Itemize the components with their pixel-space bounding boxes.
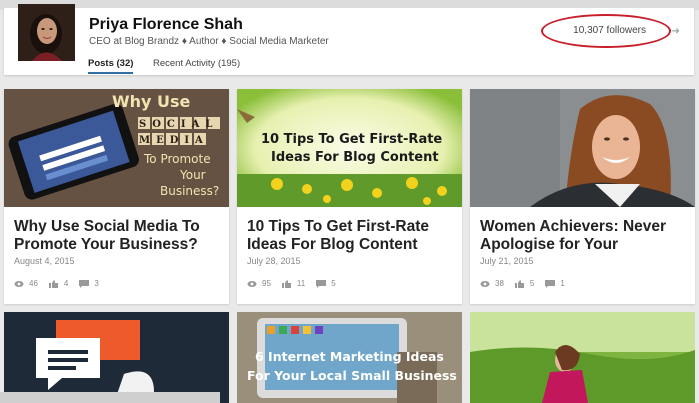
thumbnail-text: For Your Local Small Business [247,368,457,383]
post-card[interactable] [470,312,695,403]
post-thumbnail[interactable] [470,312,695,403]
eye-icon [480,280,490,287]
post-title-line[interactable]: Promote Your Business? [14,236,224,254]
post-date: July 28, 2015 [247,256,301,266]
eye-icon [247,280,257,287]
views-count: 38 [495,279,504,288]
comment-icon [316,279,327,288]
post-thumbnail[interactable] [470,89,695,207]
post-title-line[interactable]: Ideas For Blog Content [247,236,457,254]
thumbs-up-icon [514,279,524,288]
thumbnail-text: MEDIA [139,135,209,146]
post-title-line[interactable]: Why Use Social Media To [14,218,224,236]
post-thumbnail[interactable] [4,312,229,403]
comments-count: 5 [331,279,336,288]
post-stats: 38 5 1 [480,279,565,288]
tab-posts[interactable]: Posts (32) [88,58,134,74]
comments-count: 3 [94,279,99,288]
post-thumbnail[interactable]: 10 Tips To Get First-Rate Ideas For Blog… [237,89,462,207]
thumbnail-text: 10 Tips To Get First-Rate [261,132,442,147]
views-count: 46 [29,279,38,288]
comments-count: 1 [560,279,565,288]
post-card[interactable]: Women Achievers: Never Apologise for You… [470,89,695,304]
thumbnail-text: Your [179,168,206,182]
comment-icon [79,279,90,288]
thumbnail-text: 6 Internet Marketing Ideas [255,349,444,364]
arrow-right-icon[interactable]: ➜ [672,26,680,37]
post-card[interactable] [4,312,229,403]
post-card[interactable]: 6 Internet Marketing Ideas For Your Loca… [237,312,462,403]
thumbnail-text: Ideas For Blog Content [271,150,439,165]
post-date: July 21, 2015 [480,256,534,266]
post-card[interactable]: Why Use SOCIAL MEDIA To Promote Your Bus… [4,89,229,304]
profile-name[interactable]: Priya Florence Shah [89,16,243,34]
post-thumbnail[interactable]: Why Use SOCIAL MEDIA To Promote Your Bus… [4,89,229,207]
likes-count: 4 [63,279,69,288]
thumbnail-text: To Promote [143,152,211,166]
likes-count: 11 [296,279,306,288]
followers-highlight-circle [541,14,671,48]
thumbnail-text: SOCIAL [139,119,218,130]
thumbs-up-icon [48,279,58,288]
post-title-line[interactable]: Apologise for Your [480,236,690,254]
post-title-line[interactable]: Women Achievers: Never [480,218,690,236]
post-title[interactable]: Why Use Social Media To Promote Your Bus… [14,218,224,254]
post-stats: 46 4 3 [14,279,99,288]
comment-icon [545,279,556,288]
thumbs-up-icon [281,279,291,288]
profile-header: Priya Florence Shah CEO at Blog Brandz ♦… [4,4,694,75]
thumbnail-text: Business? [160,184,219,198]
profile-avatar[interactable] [18,4,75,61]
thumbnail-text: Why Use [112,92,191,111]
views-count: 95 [262,279,271,288]
likes-count: 5 [529,279,535,288]
post-title[interactable]: 10 Tips To Get First-Rate Ideas For Blog… [247,218,457,254]
post-title-line[interactable]: 10 Tips To Get First-Rate [247,218,457,236]
bottom-scroll-bar [0,392,220,403]
post-title[interactable]: Women Achievers: Never Apologise for You… [480,218,690,254]
post-card[interactable]: 10 Tips To Get First-Rate Ideas For Blog… [237,89,462,304]
tab-recent-activity[interactable]: Recent Activity (195) [153,58,240,69]
post-stats: 95 11 5 [247,279,336,288]
post-date: August 4, 2015 [14,256,75,266]
eye-icon [14,280,24,287]
profile-headline: CEO at Blog Brandz ♦ Author ♦ Social Med… [89,36,329,47]
post-thumbnail[interactable]: 6 Internet Marketing Ideas For Your Loca… [237,312,462,403]
